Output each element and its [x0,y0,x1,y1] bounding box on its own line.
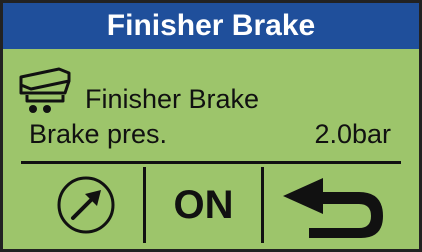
parameter-row: Brake pres. 2.0bar [29,119,391,150]
diagonal-arrow-circle-icon [57,176,115,234]
finisher-brake-icon [19,67,71,113]
function-label: Finisher Brake [85,84,260,114]
parameter-value: 2.0bar [314,119,391,149]
main-content: Finisher Brake Brake pres. 2.0bar ON [3,49,419,249]
adjust-softkey[interactable] [29,167,146,243]
display-screen: Finisher Brake Finisher Brake Brake pres… [0,0,422,252]
function-heading: Finisher Brake [17,67,259,115]
title-bar: Finisher Brake [3,3,419,49]
softkey-bar: ON [29,167,401,243]
return-arrow-icon [282,178,383,238]
on-softkey[interactable]: ON [146,167,264,243]
window-title: Finisher Brake [106,9,316,42]
parameter-label: Brake pres. [29,119,168,149]
on-label: ON [173,182,234,227]
back-softkey[interactable] [264,167,401,243]
divider [21,161,401,164]
